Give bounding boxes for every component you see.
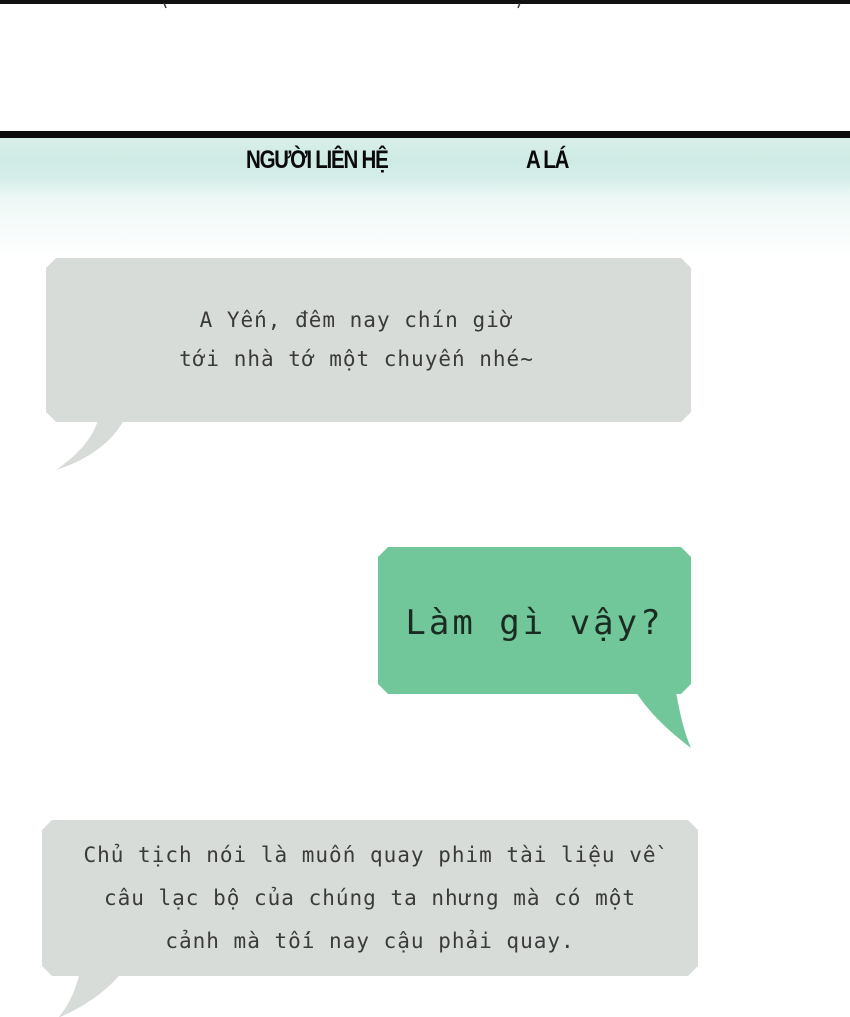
bubble-tail-icon — [58, 972, 122, 1017]
message-text: A Yến, đêm nay chín giờ tới nhà tớ một c… — [179, 308, 534, 371]
message-bubble-incoming[interactable]: A Yến, đêm nay chín giờ tới nhà tớ một c… — [46, 258, 691, 422]
contact-info: NGƯỜI LIÊN HỆ A LÁ — [0, 146, 850, 186]
message-text: Chủ tịch nói là muốn quay phim tài liệu … — [83, 842, 657, 953]
message-text: Làm gì vậy? — [405, 602, 664, 643]
bubble-tail-icon — [636, 692, 691, 748]
top-edge-marks — [163, 2, 521, 9]
contact-name[interactable]: A LÁ — [526, 146, 569, 175]
message-bubble-outgoing[interactable]: Làm gì vậy? — [378, 547, 691, 694]
chat-screen: NGƯỜI LIÊN HỆ A LÁ A Yến, đêm nay chín g… — [0, 0, 850, 1017]
contact-label: NGƯỜI LIÊN HỆ — [246, 146, 389, 174]
message-bubble-incoming[interactable]: Chủ tịch nói là muốn quay phim tài liệu … — [42, 820, 698, 976]
bubble-tail-icon — [56, 420, 124, 470]
header-divider — [0, 131, 850, 138]
